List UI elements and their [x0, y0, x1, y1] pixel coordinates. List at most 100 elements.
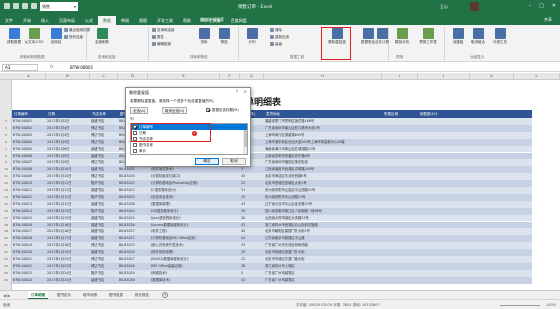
table-cell[interactable] — [220, 222, 240, 229]
table-cell[interactable]: 贵州省贵阳市中山西路51号 — [264, 194, 382, 201]
checkbox-icon[interactable] — [133, 143, 137, 147]
table-cell[interactable]: 39 — [240, 208, 264, 215]
table-cell[interactable] — [220, 194, 240, 201]
table-cell[interactable]: 《数据库原理》 — [148, 201, 220, 208]
table-cell[interactable]: 博达书店 — [90, 159, 118, 166]
ribbon-tab[interactable]: 文件 — [0, 16, 18, 25]
table-cell[interactable] — [220, 166, 240, 173]
table-cell[interactable]: 贵州省贵阳市云岩区中山西路51号 — [264, 187, 382, 194]
table-cell[interactable]: 辽宁省大连市中山区延安路33号 — [264, 201, 382, 208]
table-cell[interactable] — [418, 173, 470, 180]
table-cell[interactable] — [418, 270, 470, 277]
table-cell[interactable]: 2017年1月5日 — [46, 139, 90, 146]
table-cell[interactable] — [382, 187, 418, 194]
table-row[interactable]: BTW-000022017年1月4日博达书店BK-83033《嵌入式系统开发技术… — [12, 124, 532, 132]
table-cell[interactable]: 《数据库技术》 — [148, 277, 220, 284]
file-name-box[interactable]: 销售 — [40, 2, 78, 11]
ribbon-small-button[interactable]: 现有连接 — [64, 35, 83, 40]
table-cell[interactable]: 43 — [240, 222, 264, 229]
ribbon-tab[interactable]: 插入 — [36, 16, 54, 25]
table-header-cell[interactable]: 日期 — [46, 110, 90, 118]
table-cell[interactable]: 《操作系统原理》 — [148, 249, 220, 256]
table-cell[interactable] — [220, 277, 240, 284]
table-cell[interactable]: 2017年1月4日 — [46, 132, 90, 139]
table-row[interactable]: BTW-00011 2017年1月11日 鼎盛书店 BK-83023 《C语言程序设计》… — [12, 187, 532, 194]
row-number[interactable]: 15 — [0, 202, 12, 206]
ribbon-button[interactable]: 自网站 — [46, 28, 66, 45]
name-box[interactable]: A3 — [2, 64, 38, 71]
table-row[interactable]: BTW-000052017年1月6日鼎盛书店BK-83028《MS Office… — [12, 145, 532, 153]
ribbon-button[interactable]: 创建组 — [448, 28, 468, 45]
table-cell[interactable]: BTW-00009 — [12, 173, 46, 180]
table-row[interactable]: BTW-00013 2017年1月12日 鼎盛书店 BK-83036 《数据库原理》 43… — [12, 200, 532, 208]
column-option[interactable]: 单价 — [131, 148, 247, 154]
row-number[interactable]: 4 — [0, 126, 12, 130]
column-header[interactable]: C — [90, 73, 118, 80]
table-header-cell[interactable]: 书店名称 — [90, 110, 118, 118]
table-row[interactable]: BTW-00017 2017年1月16日 鼎盛书店 BK-83037 《软件工程》 40 北… — [12, 228, 532, 236]
table-cell[interactable]: 《Java语言程序设计》 — [148, 215, 220, 222]
table-cell[interactable]: BTW-00010 — [12, 180, 46, 187]
row-number[interactable]: 14 — [0, 195, 12, 199]
table-cell[interactable]: BK-83023 — [118, 187, 148, 194]
checkbox-icon[interactable] — [133, 137, 137, 141]
table-cell[interactable]: 2017年1月9日 — [46, 159, 90, 166]
table-cell[interactable] — [418, 242, 470, 249]
table-cell[interactable] — [220, 187, 240, 194]
ok-button[interactable]: 确定 — [195, 158, 219, 165]
table-cell[interactable]: 山西省大同市城区大庆路53号 — [264, 215, 382, 222]
table-cell[interactable]: BTW-00014 — [12, 208, 46, 215]
sheet-tab[interactable]: 订单明细 — [28, 291, 48, 299]
table-cell[interactable]: BK-83030 — [118, 277, 148, 284]
table-cell[interactable]: 隆华书店 — [90, 208, 118, 215]
table-cell[interactable]: 鼎盛书店 — [90, 249, 118, 256]
table-cell[interactable]: BTW-00008 — [12, 166, 46, 173]
tell-me-search[interactable]: 操作说明搜索 — [200, 17, 224, 23]
table-cell[interactable]: BK-83027 — [118, 256, 148, 263]
table-cell[interactable]: 北京市朝阳区建国门外大街1号 — [264, 228, 382, 235]
table-cell[interactable]: 鼎盛书店 — [90, 166, 118, 173]
table-cell[interactable] — [418, 277, 470, 284]
table-cell[interactable]: 2017年1月12日 — [46, 194, 90, 201]
ribbon-button[interactable]: 合并计算 — [372, 28, 392, 45]
ribbon-tab[interactable]: 数据 — [98, 16, 116, 25]
ribbon-tab[interactable]: 开始 — [18, 16, 36, 25]
table-cell[interactable] — [382, 125, 418, 132]
table-row[interactable]: BTW-000032017年1月4日博达书店BK-83034《操作系统原理》41… — [12, 131, 532, 139]
table-cell[interactable] — [382, 208, 418, 215]
table-cell[interactable] — [382, 118, 418, 125]
table-row[interactable]: BTW-00009 2017年1月10日 博达书店 BK-83035 《计算机组成与接口… — [12, 173, 532, 181]
table-cell[interactable]: 2017年1月11日 — [46, 187, 90, 194]
row-number[interactable]: 20 — [0, 236, 12, 240]
sheet-tab[interactable]: 图书定价 — [54, 291, 74, 299]
table-cell[interactable]: 鼎盛书店 — [90, 228, 118, 235]
table-cell[interactable]: 38 — [240, 263, 264, 270]
table-cell[interactable] — [418, 139, 470, 146]
table-header-cell[interactable]: 订单编号 — [12, 110, 46, 118]
table-cell[interactable]: 22 — [240, 256, 264, 263]
column-header[interactable]: K — [470, 73, 514, 80]
ribbon-small-button[interactable]: 编辑链接 — [152, 42, 171, 47]
table-cell[interactable]: 博达书店 — [90, 173, 118, 180]
table-cell[interactable]: 广东省深圳市南山区蛇口港湾大道2号 — [264, 125, 382, 132]
table-cell[interactable] — [382, 166, 418, 173]
table-cell[interactable]: 《VB语言程序设计》 — [148, 208, 220, 215]
table-cell[interactable] — [382, 270, 418, 277]
table-header-cell[interactable]: 发货地址 — [264, 110, 382, 118]
table-cell[interactable]: BTW-00006 — [12, 153, 46, 160]
table-row[interactable]: BTW-00022 2017年1月23日 博达书店 BK-83028 《MS Offic… — [12, 262, 532, 270]
table-cell[interactable]: 江西省南昌市西湖区洪城路289号 — [264, 166, 382, 173]
row-number[interactable]: 8 — [0, 154, 12, 158]
table-cell[interactable]: 《计算机基础及Photoshop应用》 — [148, 180, 220, 187]
table-cell[interactable] — [382, 132, 418, 139]
table-cell[interactable]: 《计算机组成与接口》 — [148, 173, 220, 180]
table-cell[interactable]: BTW-00016 — [12, 222, 46, 229]
table-cell[interactable]: 2017年1月4日 — [46, 125, 90, 132]
column-header[interactable]: I — [382, 73, 418, 80]
row-number[interactable]: 18 — [0, 223, 12, 227]
ribbon-button[interactable]: 分类汇总 — [490, 28, 510, 45]
table-cell[interactable]: 《C语言程序设计》 — [148, 187, 220, 194]
table-cell[interactable]: 2017年1月16日 — [46, 222, 90, 229]
ribbon-button[interactable]: 获取数据 — [4, 28, 24, 45]
table-cell[interactable] — [382, 228, 418, 235]
